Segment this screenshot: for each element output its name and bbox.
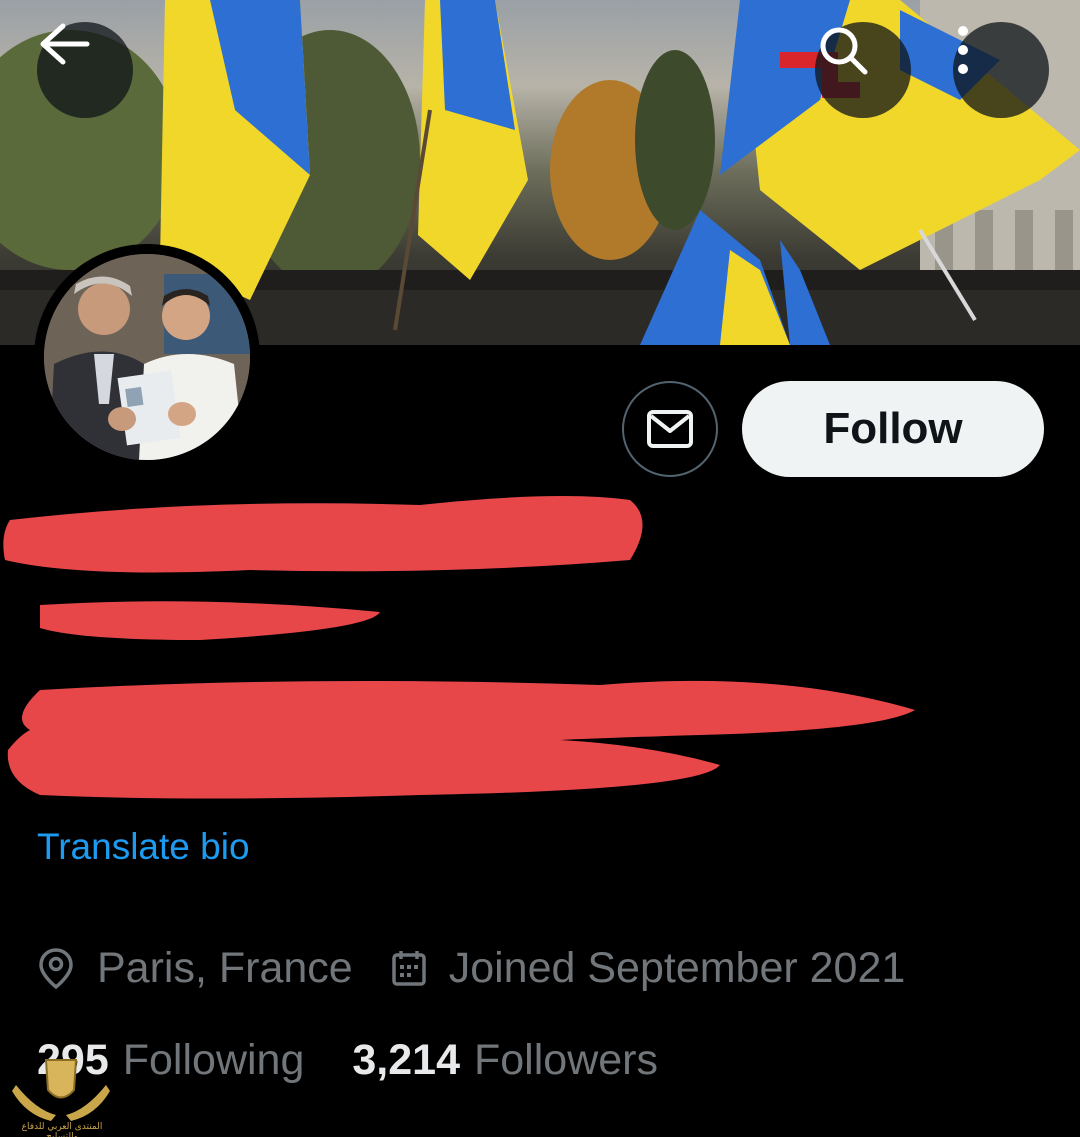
search-button[interactable] [815, 22, 911, 118]
followers-count: 3,214 [352, 1035, 460, 1084]
arrow-left-icon [40, 23, 90, 65]
search-icon [820, 27, 868, 75]
avatar[interactable] [34, 244, 260, 470]
calendar-icon [391, 951, 426, 986]
back-button[interactable] [37, 22, 133, 118]
location-pin-icon [39, 948, 73, 989]
avatar-photo [44, 254, 250, 460]
followers-label: Followers [474, 1035, 658, 1084]
follow-stats: 295 Following 3,214 Followers [37, 1030, 706, 1090]
location-text: Paris, France [97, 943, 353, 992]
translate-bio-link[interactable]: Translate bio [37, 826, 250, 868]
joined-date: Joined September 2021 [391, 943, 906, 993]
joined-text: Joined September 2021 [448, 943, 906, 992]
location: Paris, France [37, 944, 353, 993]
more-button[interactable] [953, 22, 1049, 118]
mail-icon [647, 410, 693, 448]
redaction-scribble [3, 496, 915, 799]
message-button[interactable] [622, 381, 718, 477]
profile-meta-row: Paris, France Joined September 2021 [37, 940, 943, 996]
watermark-text: المنتدى العربي للدفاع والتسليح [21, 1122, 103, 1137]
followers-stat[interactable]: 3,214 Followers [352, 1036, 658, 1085]
follow-button[interactable]: Follow [742, 381, 1044, 477]
more-vertical-icon [958, 26, 968, 74]
following-label: Following [122, 1035, 305, 1084]
profile-page: Follow Translate bio Paris, France Joine… [0, 0, 1080, 1137]
